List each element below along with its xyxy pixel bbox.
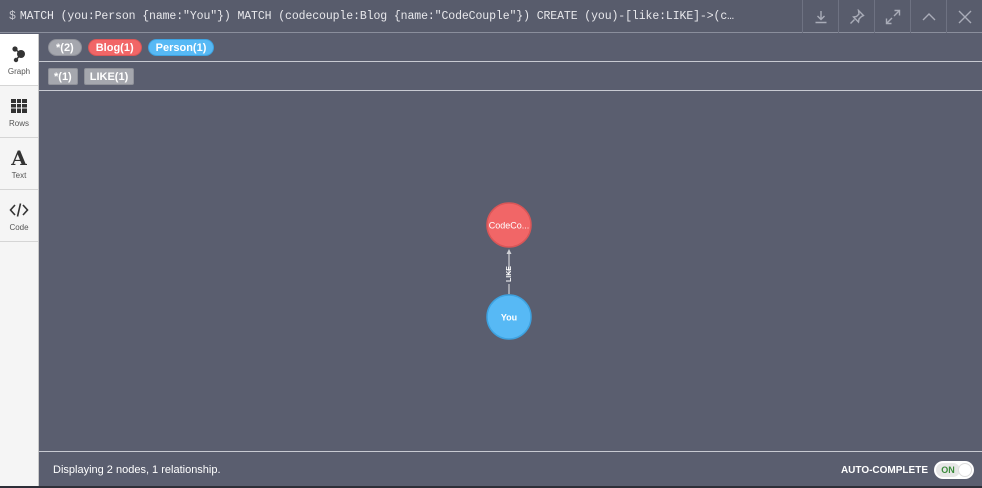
node-caption: CodeCo...	[489, 220, 530, 230]
autocomplete-toggle[interactable]: ON	[934, 461, 974, 479]
query-bar: $ MATCH (you:Person {name:"You"}) MATCH (…	[0, 0, 982, 33]
legend-label-blog[interactable]: Blog(1)	[87, 38, 142, 56]
status-footer: Displaying 2 nodes, 1 relationship. AUTO…	[39, 451, 982, 488]
relationship-legend: *(1) LIKE(1)	[39, 62, 982, 91]
legend-label-all[interactable]: *(2)	[48, 38, 82, 56]
expand-button[interactable]	[874, 0, 910, 33]
autocomplete-control: AUTO-COMPLETE ON	[841, 461, 974, 479]
toggle-state: ON	[936, 463, 960, 477]
frame-actions	[802, 0, 982, 33]
table-icon	[11, 98, 27, 113]
sidebar-label-graph: Graph	[7, 66, 31, 76]
sidebar-label-rows: Rows	[8, 118, 29, 128]
chevron-up-icon	[922, 12, 935, 20]
text-icon: A	[11, 145, 27, 170]
expand-icon	[885, 9, 900, 24]
graph-icon	[12, 45, 25, 62]
sidebar-item-rows[interactable]: Rows	[0, 86, 38, 138]
download-icon	[815, 10, 826, 23]
legend-rel-like[interactable]: LIKE(1)	[83, 67, 135, 85]
status-text: Displaying 2 nodes, 1 relationship.	[53, 464, 221, 476]
relationship-label: LIKE	[506, 266, 513, 282]
view-sidebar: Graph Rows A Text Code	[0, 34, 39, 488]
close-button[interactable]	[946, 0, 982, 33]
graph-svg[interactable]: LIKE CodeCo... You	[39, 91, 982, 451]
pin-button[interactable]	[838, 0, 874, 33]
query-string: MATCH (you:Person {name:"You"}) MATCH (c…	[19, 10, 734, 23]
node-you[interactable]: You	[486, 294, 532, 340]
sidebar-item-code[interactable]: Code	[0, 190, 38, 242]
legend-rel-all[interactable]: *(1)	[48, 67, 78, 85]
sidebar-item-graph[interactable]: Graph	[0, 34, 38, 86]
collapse-button[interactable]	[910, 0, 946, 33]
query-text[interactable]: $ MATCH (you:Person {name:"You"}) MATCH (…	[9, 10, 779, 23]
code-icon	[9, 202, 29, 217]
autocomplete-label: AUTO-COMPLETE	[840, 464, 928, 476]
legend-label-person[interactable]: Person(1)	[147, 38, 215, 56]
node-caption: You	[501, 312, 517, 322]
label-legend: *(2) Blog(1) Person(1)	[39, 33, 982, 62]
node-codecouple[interactable]: CodeCo...	[486, 202, 532, 248]
sidebar-label-code: Code	[9, 222, 29, 232]
query-prompt: $	[9, 10, 16, 23]
close-icon	[958, 10, 971, 23]
sidebar-item-text[interactable]: A Text	[0, 138, 38, 190]
download-button[interactable]	[802, 0, 838, 33]
graph-canvas[interactable]: LIKE CodeCo... You	[39, 91, 982, 451]
relationship-arrowhead	[506, 249, 512, 254]
toggle-knob	[958, 463, 972, 477]
sidebar-label-text: Text	[11, 170, 27, 180]
pin-icon	[849, 8, 865, 24]
